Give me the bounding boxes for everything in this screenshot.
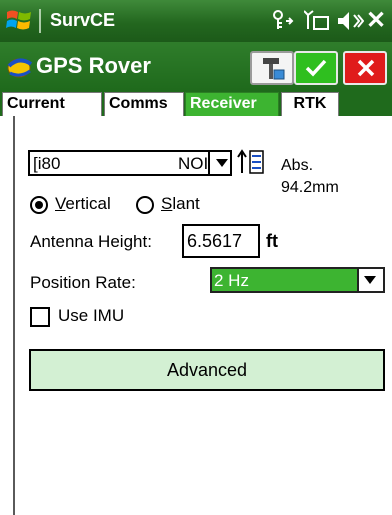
ok-button[interactable] (294, 51, 338, 85)
cancel-button[interactable] (343, 51, 387, 85)
advanced-button[interactable]: Advanced (29, 349, 385, 391)
tab-receiver[interactable]: Receiver (185, 92, 279, 116)
page-title: GPS Rover (36, 53, 151, 78)
tab-current[interactable]: Current (2, 92, 102, 116)
app-name: SurvCE (50, 10, 116, 30)
tab-comms[interactable]: Comms (104, 92, 184, 116)
select-divider (208, 152, 210, 174)
chevron-down-icon[interactable] (216, 159, 228, 167)
vertical-radio[interactable] (30, 196, 48, 214)
satellite-icon (7, 58, 33, 78)
receiver-model-suffix: NOI (178, 154, 209, 173)
network-icon[interactable] (270, 9, 298, 33)
tab-bar: Current Comms Receiver RTK (0, 90, 392, 116)
instrument-icon (263, 58, 285, 80)
position-rate-value: 2 Hz (214, 271, 249, 290)
antenna-height-input[interactable]: 6.5617 (182, 224, 260, 258)
position-rate-label: Position Rate: (30, 273, 136, 292)
receiver-model-select[interactable]: [i80 NOI (28, 150, 232, 176)
antenna-height-label: Antenna Height: (30, 232, 152, 251)
abs-offset-value: 94.2mm (281, 179, 339, 196)
chevron-down-icon (364, 276, 376, 284)
instrument-button[interactable] (250, 51, 294, 85)
receiver-model-value: [i80 (33, 154, 61, 173)
use-imu-label[interactable]: Use IMU (58, 306, 124, 326)
slant-radio-label[interactable]: Slant (161, 194, 200, 214)
title-separator (39, 9, 41, 33)
system-title-bar: SurvCE ✕ (0, 0, 392, 42)
use-imu-checkbox[interactable] (30, 307, 50, 327)
slant-radio[interactable] (136, 196, 154, 214)
close-icon[interactable]: ✕ (366, 6, 386, 35)
vertical-radio-label[interactable]: Vertical (55, 194, 111, 214)
position-rate-dropdown-button[interactable] (357, 269, 383, 291)
sync-icon[interactable] (304, 9, 332, 33)
tab-rtk[interactable]: RTK (281, 92, 339, 116)
antenna-list-icon[interactable] (237, 147, 265, 177)
volume-icon[interactable] (336, 9, 364, 33)
abs-label: Abs. (281, 157, 314, 174)
app-header: GPS Rover (0, 42, 392, 90)
close-icon (357, 59, 375, 77)
antenna-height-unit: ft (266, 231, 278, 251)
windows-flag-icon[interactable] (6, 8, 32, 32)
check-icon (305, 59, 327, 77)
position-rate-select[interactable]: 2 Hz (210, 267, 385, 293)
